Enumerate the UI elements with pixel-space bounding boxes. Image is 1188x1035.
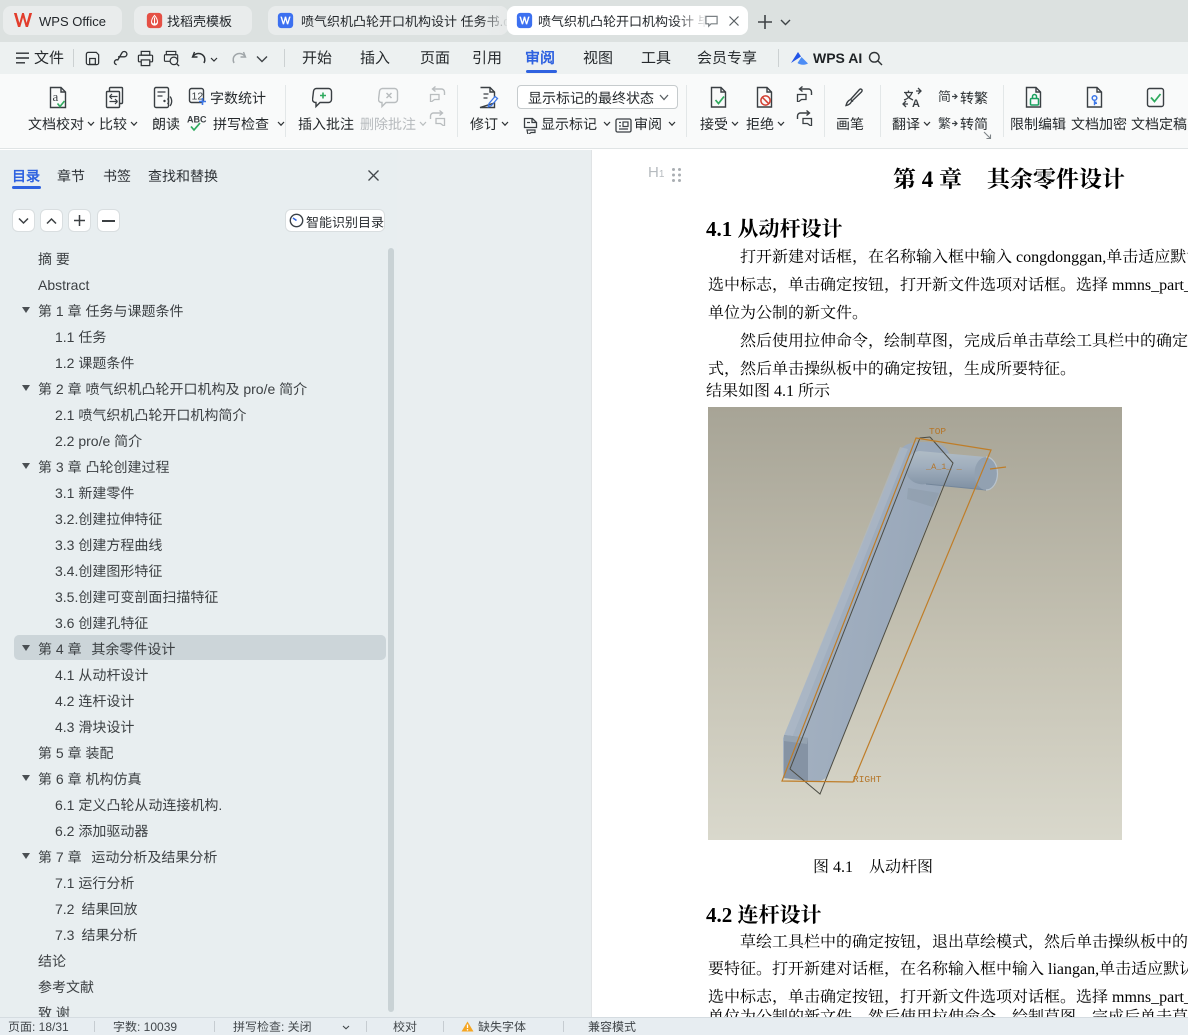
svg-text:简: 简 bbox=[938, 88, 951, 105]
svg-text:RIGHT: RIGHT bbox=[853, 774, 882, 785]
svg-text:TOP: TOP bbox=[929, 426, 946, 437]
svg-text:a: a bbox=[53, 89, 59, 104]
svg-text:繁: 繁 bbox=[938, 115, 951, 132]
svg-text:12: 12 bbox=[192, 91, 204, 103]
svg-text:ABC: ABC bbox=[187, 115, 207, 125]
svg-text:A: A bbox=[912, 98, 920, 109]
svg-text:_A_1_ _: _A_1_ _ bbox=[925, 462, 963, 472]
